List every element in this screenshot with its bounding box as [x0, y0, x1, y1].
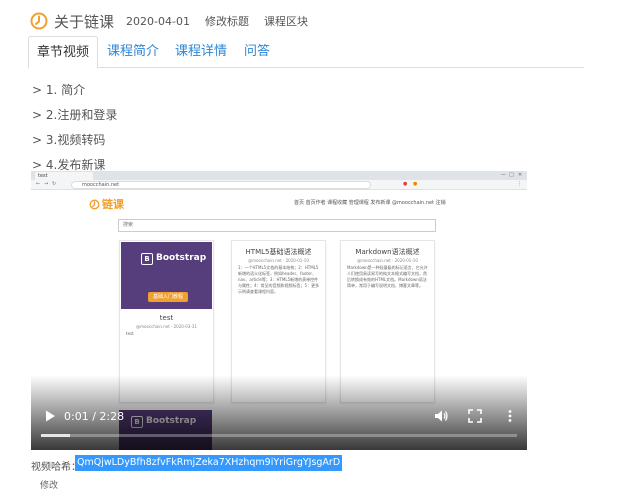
edit-link[interactable]: 修改 — [40, 478, 58, 491]
tab-qa[interactable]: 问答 — [236, 36, 278, 68]
course-header: 关于链课 2020-04-01 修改标题 课程区块 — [30, 10, 308, 32]
chapter-item[interactable]: > 2.注册和登录 — [32, 106, 117, 123]
close-icon: ✕ — [518, 172, 523, 178]
video-address-row: ← → ↻ moocchain.net ● ● ⋮ — [31, 180, 527, 190]
site-logo-text: 链课 — [102, 198, 124, 211]
clock-logo-icon — [30, 12, 48, 30]
course-title: 关于链课 — [54, 12, 115, 31]
maximize-icon: □ — [509, 172, 514, 178]
clock-logo-icon — [89, 199, 100, 209]
card-meta: @moocchain.net · 2020-01-10 — [357, 258, 418, 263]
fullscreen-icon[interactable] — [468, 409, 482, 423]
chapter-item[interactable]: > 1. 简介 — [32, 81, 85, 98]
card-cover: B Bootstrap 基础入门教程 — [121, 242, 212, 309]
reload-icon: ↻ — [52, 181, 57, 187]
volume-icon[interactable] — [434, 409, 448, 423]
bootstrap-logo-icon: B — [141, 253, 153, 265]
time-display: 0:01 / 2:28 — [64, 410, 125, 423]
card-cover-button: 基础入门教程 — [148, 292, 188, 302]
course-date: 2020-04-01 — [126, 14, 190, 28]
more-vertical-icon[interactable] — [503, 409, 517, 423]
site-logo: 链课 — [89, 196, 124, 212]
bootstrap-word: Bootstrap — [156, 253, 207, 263]
course-block-link[interactable]: 课程区块 — [264, 13, 308, 29]
menu-icon: ⋮ — [517, 181, 522, 187]
video-address-box: moocchain.net — [71, 181, 371, 189]
progress-bar[interactable] — [41, 434, 517, 437]
card-title: Markdown语法概述 — [355, 248, 420, 256]
site-nav: 首页 首页作者 课程收藏 管理课程 发布新课 @moocchain.net 注销 — [294, 200, 446, 206]
card-desc: test — [126, 331, 134, 336]
card-meta: @moocchain.net · 2020-03-31 — [136, 324, 197, 329]
card-desc: 1：一个HTML5文档的基本结构；2：HTML5新增的语义化标签，例如heade… — [238, 265, 320, 294]
tab-chapter-videos[interactable]: 章节视频 — [28, 36, 98, 69]
video-hash-label: 视频哈希： — [31, 462, 81, 473]
play-icon[interactable] — [43, 409, 57, 423]
video-hash-value[interactable]: QmQjwLDyBfh8zfvFkRmjZeka7XHzhqm9iYriGrgY… — [75, 455, 343, 471]
card-desc: Markdown是一种轻量级的标记语言，它允许人们使用易读易写的纯文本格式编写文… — [347, 265, 428, 288]
extension-icon: ● — [403, 181, 408, 187]
video-browser-tab: test — [35, 172, 93, 180]
card-title: HTML5基础语法概述 — [245, 248, 312, 256]
chapter-item[interactable]: > 3.视频转码 — [32, 131, 105, 148]
course-tabs: 章节视频 课程简介 课程详情 问答 — [28, 36, 584, 69]
tab-course-intro[interactable]: 课程简介 — [100, 36, 166, 68]
progress-fill — [41, 434, 70, 437]
forward-icon: → — [44, 181, 49, 187]
edit-title-link[interactable]: 修改标题 — [205, 13, 249, 29]
site-search: 搜索 — [118, 219, 436, 232]
card-meta: @moocchain.net · 2020-01-10 — [248, 258, 309, 263]
video-player[interactable]: test — □ ✕ ← → ↻ moocchain.net ● ● ⋮ 链课 … — [31, 171, 527, 450]
minimize-icon: — — [501, 172, 506, 178]
tab-course-details[interactable]: 课程详情 — [168, 36, 234, 68]
video-browser-bar: test — □ ✕ — [31, 171, 527, 180]
back-icon: ← — [36, 181, 41, 187]
card-title: test — [159, 314, 174, 322]
extension-icon: ● — [413, 181, 418, 187]
